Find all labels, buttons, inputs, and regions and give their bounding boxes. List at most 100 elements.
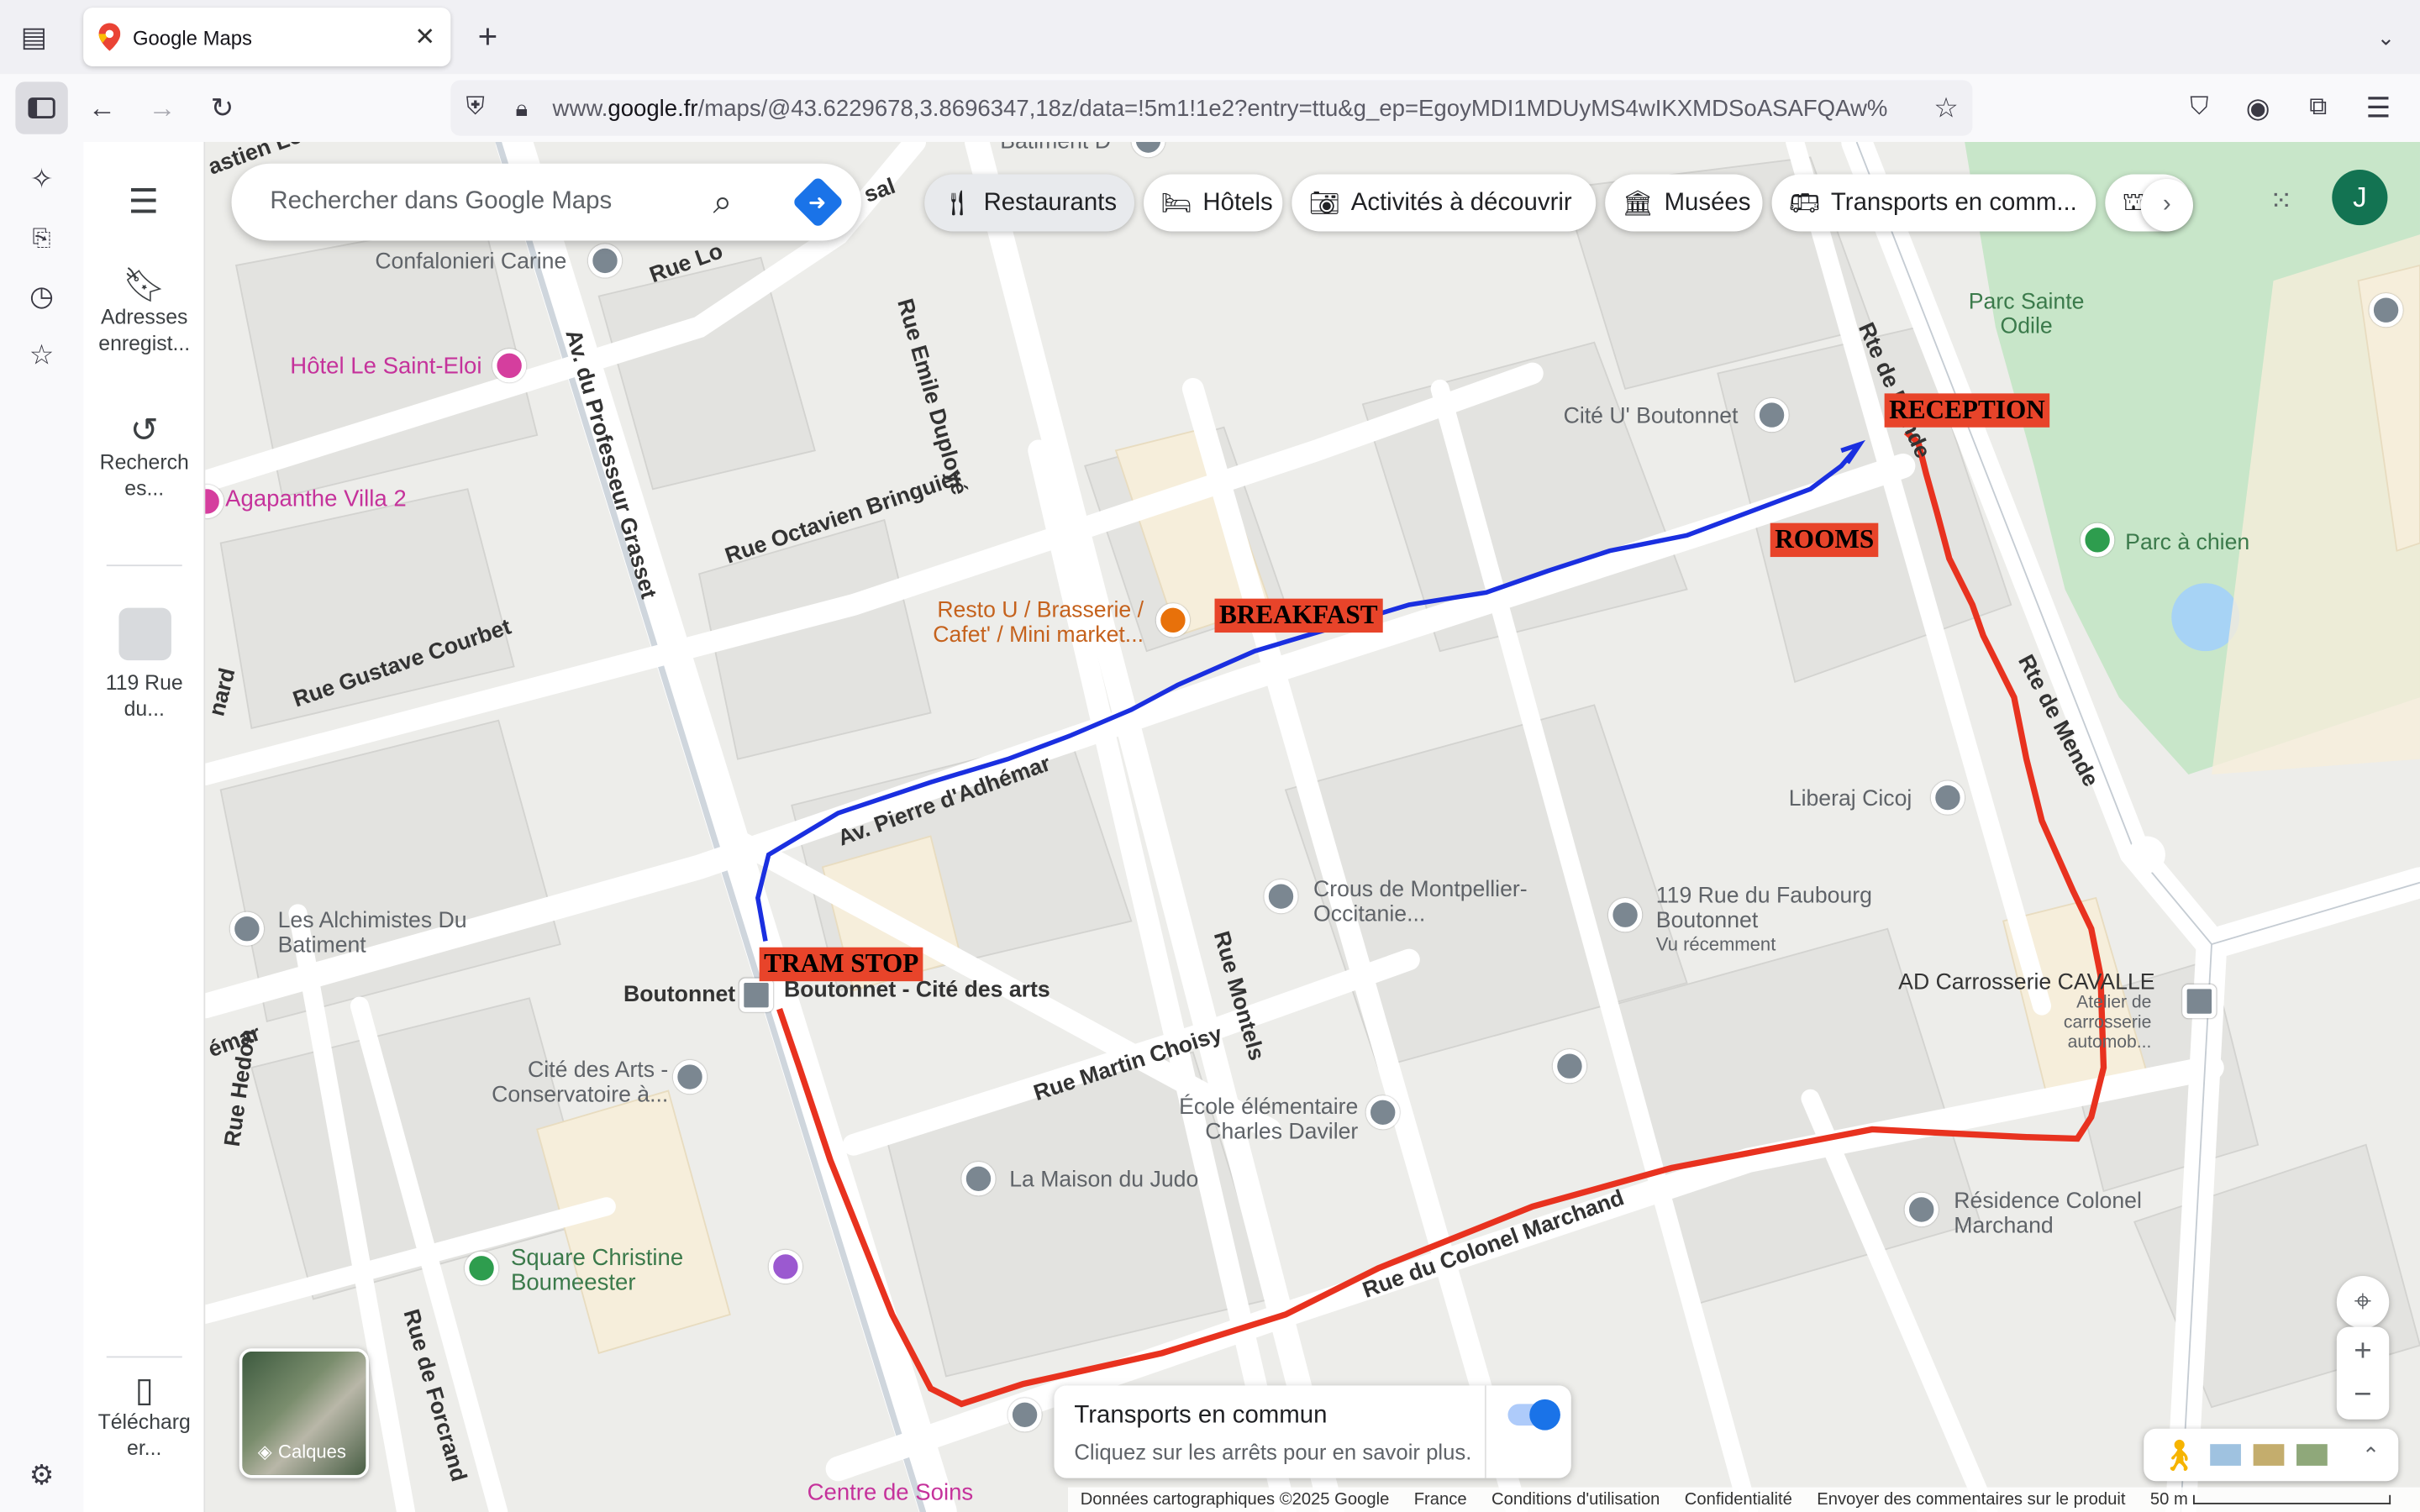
poi-label[interactable]: Les Alchimistes Du Batiment — [278, 909, 479, 958]
pegman-icon[interactable]: 🚶︎ — [2160, 1436, 2199, 1474]
poi-pin[interactable] — [1904, 1192, 1939, 1227]
chevron-down-icon[interactable]: ⌄ — [2368, 18, 2405, 55]
chip-activities[interactable]: 📷︎ Activités à découvrir — [1292, 174, 1597, 232]
transit-toggle[interactable] — [1507, 1399, 1560, 1431]
lock-icon[interactable]: 🔒︎ — [506, 90, 537, 127]
directions-icon[interactable]: ➜ — [792, 176, 844, 228]
apps-grid-icon[interactable]: ⁙ — [2258, 177, 2304, 223]
tab-google-maps[interactable]: Google Maps ✕ — [83, 8, 451, 66]
car-repair-pin[interactable] — [2182, 984, 2217, 1019]
ai-sparkle-icon[interactable]: ✧ — [24, 160, 60, 197]
bookmark-star-icon[interactable]: ☆ — [1929, 90, 1963, 127]
poi-label[interactable]: École élémentaire Charles Daviler — [1165, 1095, 1358, 1145]
account-icon[interactable]: ◉ — [2241, 90, 2275, 127]
forward-icon[interactable]: → — [144, 90, 181, 127]
url-bar[interactable]: www. google.fr/maps/@43.6229678,3.8696347… — [450, 80, 1973, 136]
poi-label[interactable]: La Maison du Judo — [1009, 1168, 1198, 1192]
poi-label[interactable]: Hôtel Le Saint-Eloi — [290, 354, 481, 379]
hotel-pin[interactable] — [492, 349, 527, 383]
traffic-thumb[interactable] — [2254, 1444, 2286, 1466]
station-label[interactable]: Boutonnet - Cité des arts — [784, 978, 1050, 1002]
transit-panel[interactable]: Transports en commun Cliquez sur les arr… — [1054, 1385, 1571, 1478]
poi-pin[interactable] — [961, 1162, 996, 1196]
map-type-strip[interactable]: 🚶︎ ⌃ — [2144, 1428, 2399, 1482]
school-pin[interactable] — [672, 1059, 708, 1095]
footer-scale[interactable]: 50 m — [2150, 1490, 2391, 1509]
zoom-controls[interactable]: + − — [2336, 1326, 2390, 1420]
map-canvas[interactable]: Rue Emile Duployé Av. du Professeur Gras… — [205, 141, 2420, 1512]
poi-label[interactable]: Atelier de carrosserie automob... — [2005, 994, 2151, 1054]
menu-icon[interactable]: ☰ — [2361, 90, 2395, 127]
poi-label[interactable]: Batiment D — [1000, 142, 1111, 155]
chip-transit[interactable]: 🚌︎ Transports en comm... — [1771, 174, 2096, 232]
zoom-out-icon[interactable]: − — [2354, 1373, 2371, 1416]
account-avatar[interactable]: J — [2332, 170, 2388, 226]
back-icon[interactable]: ← — [83, 90, 120, 127]
reload-icon[interactable]: ↻ — [203, 90, 240, 127]
school-pin[interactable] — [1365, 1095, 1400, 1130]
terrain-thumb[interactable] — [2210, 1444, 2242, 1466]
park-label[interactable]: Square Christine Boumeester — [511, 1246, 712, 1296]
settings-gear-icon[interactable]: ⚙ — [24, 1457, 60, 1494]
new-tab-button[interactable]: + — [469, 17, 506, 55]
poi-label[interactable]: Resto U / Brasserie / Cafet' / Mini mark… — [900, 599, 1144, 648]
poi-label[interactable]: Cité U' Boutonnet — [1564, 404, 1739, 428]
poi-pin[interactable] — [2369, 292, 2403, 328]
hamburger-menu-icon[interactable]: ☰ — [124, 182, 164, 223]
rail-saved[interactable]: 🔖︎ Adresses enregist... — [83, 268, 205, 356]
park-label[interactable]: Parc Sainte Odile — [1957, 290, 2096, 339]
landmark-pin[interactable] — [768, 1249, 803, 1284]
footer-privacy[interactable]: Confidentialité — [1685, 1490, 1792, 1509]
park-pin[interactable] — [464, 1251, 499, 1285]
poi-label[interactable]: Crous de Montpellier-Occitanie... — [1313, 878, 1576, 927]
footer-feedback[interactable]: Envoyer des commentaires sur le produit — [1817, 1490, 2125, 1509]
extensions-icon[interactable]: ⧉ — [2302, 90, 2335, 127]
bookmarks-icon[interactable]: ☆ — [24, 336, 60, 373]
zoom-in-icon[interactable]: + — [2354, 1330, 2371, 1373]
chip-hotels[interactable]: 🛏︎ Hôtels — [1144, 174, 1283, 232]
chips-next-button[interactable]: › — [2140, 179, 2193, 232]
park-label[interactable]: Parc à chien — [2125, 531, 2249, 555]
search-icon[interactable]: ⌕ — [713, 182, 733, 223]
poi-label[interactable]: Liberaj Cicoj — [1789, 787, 1912, 811]
sidebar-toggle-icon[interactable] — [15, 81, 68, 134]
tram-station-icon[interactable] — [739, 978, 774, 1012]
poi-label[interactable]: 119 Rue du Faubourg Boutonnet — [1656, 884, 1903, 933]
synced-tabs-icon[interactable]: ⎘ — [24, 219, 60, 256]
expand-up-icon[interactable]: ⌃ — [2362, 1441, 2381, 1467]
shield-icon[interactable]: ⛨ — [460, 90, 491, 127]
place-pin[interactable] — [1607, 897, 1643, 932]
my-location-button[interactable]: ⌖ — [2336, 1275, 2390, 1329]
poi-label[interactable]: Cité des Arts - Conservatoire à... — [476, 1058, 668, 1108]
layers-button[interactable]: ◈ Calques — [239, 1348, 369, 1478]
chip-restaurants[interactable]: 🍴︎ Restaurants — [924, 174, 1134, 232]
restaurant-pin[interactable] — [1155, 603, 1191, 638]
rail-download[interactable]: ▯ Télécharg er... — [83, 1373, 205, 1461]
rail-recent[interactable]: ↺ Recherch es... — [83, 412, 205, 501]
poi-pin[interactable] — [229, 911, 265, 946]
tab-close-icon[interactable]: ✕ — [414, 22, 435, 53]
university-pin[interactable] — [1264, 879, 1298, 914]
footer-terms[interactable]: Conditions d'utilisation — [1491, 1490, 1660, 1509]
school-pin[interactable] — [1552, 1048, 1587, 1084]
chip-museums[interactable]: 🏛︎ Musées — [1605, 174, 1763, 232]
poi-label[interactable]: Centre de Soins — [808, 1480, 974, 1505]
tab-list-icon[interactable]: ▤ — [15, 18, 52, 55]
pocket-icon[interactable]: ⛉ — [2182, 90, 2216, 127]
poi-pin[interactable] — [1930, 780, 1965, 815]
poi-label[interactable]: Confalonieri Carine — [375, 250, 566, 275]
footer-country[interactable]: France — [1414, 1490, 1467, 1509]
poi-pin[interactable] — [587, 244, 623, 278]
poi-label[interactable]: Résidence Colonel Marchand — [1954, 1189, 2186, 1239]
rail-recent-place[interactable]: 119 Rue du... — [83, 607, 205, 722]
poi-pin[interactable] — [1754, 397, 1789, 433]
history-icon[interactable]: ◷ — [24, 278, 60, 315]
poi-label[interactable]: Agapanthe Villa 2 — [225, 486, 407, 512]
search-box[interactable]: Rechercher dans Google Maps ⌕ ➜ — [231, 163, 861, 241]
search-input[interactable]: Rechercher dans Google Maps — [270, 188, 612, 216]
poi-pin[interactable] — [1007, 1398, 1042, 1432]
station-label[interactable]: Boutonnet — [623, 983, 735, 1007]
satellite-thumb[interactable] — [2296, 1444, 2328, 1466]
poi-label[interactable]: AD Carrosserie CAVALLE — [1898, 970, 2154, 995]
park-pin[interactable] — [2080, 522, 2115, 558]
